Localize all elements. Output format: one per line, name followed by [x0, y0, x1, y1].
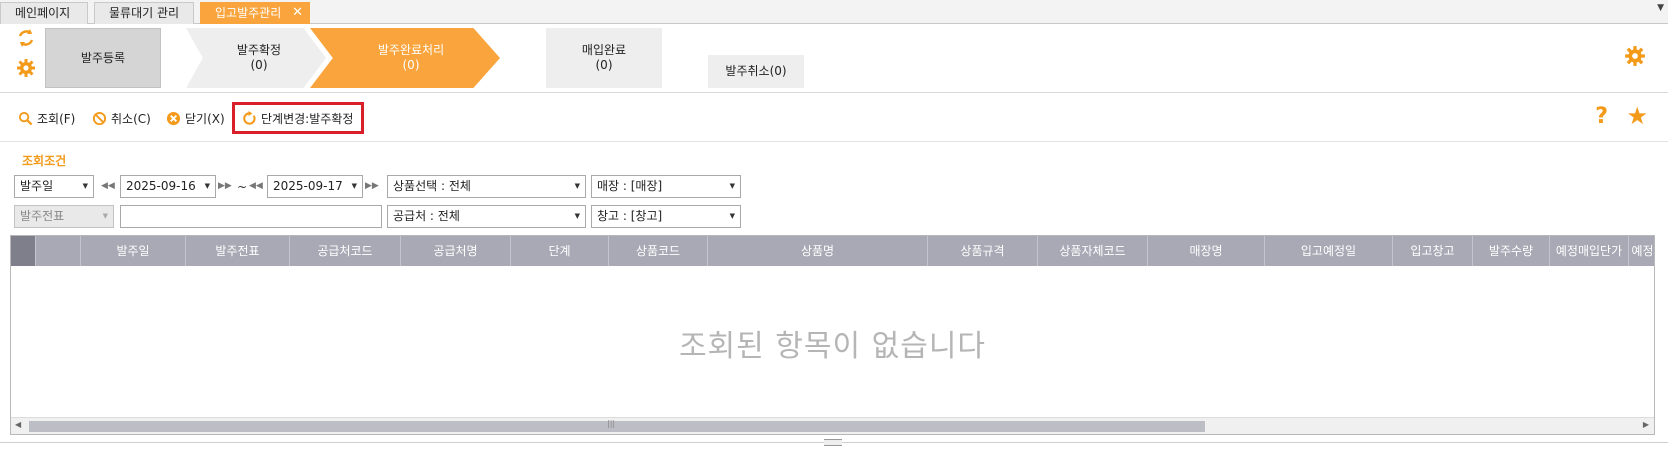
- empty-message: 조회된 항목이 없습니다: [678, 329, 987, 364]
- column-header[interactable]: 입고창고: [1393, 236, 1473, 266]
- search-button-label: 조회(F): [37, 111, 76, 126]
- column-header[interactable]: 예정매입단가: [1550, 236, 1629, 266]
- column-header[interactable]: 상품코드: [609, 236, 708, 266]
- grid-check-column[interactable]: [36, 236, 81, 266]
- warehouse-select[interactable]: 창고 : [창고] ▼: [591, 205, 741, 228]
- stage-change-button[interactable]: 단계변경:발주확정: [242, 108, 353, 128]
- step-label: 발주취소(0): [725, 64, 787, 78]
- date-from-value: 2025-09-16: [126, 179, 196, 193]
- date-to-value: 2025-09-17: [273, 179, 343, 193]
- step-label: 매입완료: [581, 43, 627, 57]
- dropdown-arrow-icon: ▼: [729, 212, 735, 220]
- tab-label: 물류대기 관리: [109, 6, 180, 20]
- cancel-icon: [92, 111, 107, 125]
- date-from-field[interactable]: 2025-09-16 ▼: [120, 175, 216, 198]
- tab-logistics-wait[interactable]: 물류대기 관리: [94, 2, 194, 24]
- column-header[interactable]: 상품명: [708, 236, 928, 266]
- dropdown-arrow-icon: ▼: [351, 182, 357, 190]
- next-date-icon[interactable]: ▶▶: [365, 175, 379, 198]
- help-icon[interactable]: ?: [1595, 104, 1608, 129]
- dropdown-arrow-icon: ▼: [574, 182, 580, 190]
- supplier-select-value: 공급처 : 전체: [393, 209, 460, 223]
- step-order-register[interactable]: 발주등록: [45, 28, 161, 88]
- dropdown-arrow-icon: ▼: [102, 212, 108, 220]
- next-date-icon[interactable]: ▶▶: [218, 175, 232, 198]
- workflow-strip: 발주등록 발주확정 (0) 발주완료처리 (0) 매입완료 (0) 발주취소(0…: [0, 25, 1668, 93]
- close-circle-icon: [166, 111, 181, 125]
- step-label: 발주확정: [236, 43, 282, 57]
- toolbar: 조회(F) 취소(C) 닫기(X) 단계변경:발주확정 ? ★: [0, 94, 1668, 142]
- step-count: (0): [402, 58, 420, 72]
- tab-label: 입고발주관리: [215, 6, 282, 20]
- dropdown-arrow-icon: ▼: [82, 182, 88, 190]
- column-header[interactable]: 공급처명: [401, 236, 511, 266]
- column-header[interactable]: 매장명: [1148, 236, 1265, 266]
- star-icon[interactable]: ★: [1626, 102, 1648, 130]
- date-to-field[interactable]: 2025-09-17 ▼: [267, 175, 363, 198]
- step-order-confirm[interactable]: 발주확정 (0): [186, 28, 326, 88]
- supplier-select[interactable]: 공급처 : 전체 ▼: [387, 205, 586, 228]
- close-button[interactable]: 닫기(X): [166, 108, 225, 128]
- horizontal-scrollbar[interactable]: ◀ ||| ▶: [11, 417, 1654, 434]
- stage-refresh-icon: [243, 110, 256, 125]
- dropdown-arrow-icon: ▼: [574, 212, 580, 220]
- search-icon: [18, 111, 33, 125]
- column-header[interactable]: 발주수량: [1473, 236, 1550, 266]
- step-order-complete[interactable]: 발주완료처리 (0): [310, 28, 500, 88]
- slip-type-select: 발주전표 ▼: [14, 205, 114, 228]
- scroll-left-icon[interactable]: ◀: [15, 420, 21, 429]
- column-header[interactable]: 공급처코드: [290, 236, 401, 266]
- close-icon[interactable]: ✕: [292, 3, 303, 23]
- chevron-down-icon[interactable]: ▼: [1657, 3, 1664, 13]
- date-type-select[interactable]: 발주일 ▼: [14, 175, 94, 198]
- stage-change-label: 단계변경:발주확정: [261, 111, 354, 126]
- tab-main-page[interactable]: 메인페이지: [0, 2, 88, 24]
- column-header[interactable]: 상품자체코드: [1038, 236, 1148, 266]
- gear-icon[interactable]: [16, 58, 36, 78]
- date-range-tilde: ~: [237, 180, 248, 194]
- column-header[interactable]: 상품규격: [928, 236, 1038, 266]
- dropdown-arrow-icon: ▼: [204, 182, 210, 190]
- column-header[interactable]: 단계: [511, 236, 609, 266]
- slip-type-value: 발주전표: [20, 209, 65, 223]
- column-header[interactable]: 입고예정일: [1265, 236, 1393, 266]
- warehouse-select-value: 창고 : [창고]: [597, 209, 663, 223]
- results-grid: 발주일 발주전표 공급처코드 공급처명 단계 상품코드 상품명 상품규격 상품자…: [10, 235, 1655, 435]
- settings-gear-icon[interactable]: [1624, 45, 1646, 67]
- scrollbar-thumb[interactable]: [29, 421, 1205, 432]
- prev-date-icon[interactable]: ◀◀: [101, 175, 115, 198]
- store-select[interactable]: 매장 : [매장] ▼: [591, 175, 741, 198]
- product-select-value: 상품선택 : 전체: [393, 179, 471, 193]
- refresh-icon[interactable]: [16, 28, 36, 48]
- tab-label: 메인페이지: [15, 6, 71, 20]
- date-type-value: 발주일: [20, 179, 54, 193]
- grid-corner[interactable]: [11, 236, 36, 266]
- condition-title: 조회조건: [22, 154, 67, 168]
- cancel-button[interactable]: 취소(C): [92, 108, 151, 128]
- step-count: (0): [250, 58, 268, 72]
- step-purchase-complete[interactable]: 매입완료 (0): [546, 28, 662, 88]
- tab-inbound-order[interactable]: 입고발주관리 ✕: [200, 2, 310, 24]
- store-select-value: 매장 : [매장]: [597, 179, 663, 193]
- dropdown-arrow-icon: ▼: [729, 182, 735, 190]
- step-count: (0): [595, 58, 613, 72]
- column-header[interactable]: 예정: [1629, 236, 1656, 266]
- column-header[interactable]: 발주일: [81, 236, 186, 266]
- slip-search-input[interactable]: [120, 205, 382, 228]
- tab-bar: 메인페이지 물류대기 관리 입고발주관리 ✕ ▼: [0, 0, 1668, 24]
- cancel-button-label: 취소(C): [111, 111, 151, 126]
- column-header[interactable]: 발주전표: [186, 236, 290, 266]
- close-button-label: 닫기(X): [185, 111, 225, 126]
- step-label: 발주완료처리: [377, 43, 445, 57]
- scroll-grip-icon: |||: [607, 419, 616, 428]
- grid-header: 발주일 발주전표 공급처코드 공급처명 단계 상품코드 상품명 상품규격 상품자…: [11, 236, 1654, 266]
- step-label: 발주등록: [80, 50, 126, 65]
- product-select[interactable]: 상품선택 : 전체 ▼: [387, 175, 586, 198]
- scroll-right-icon[interactable]: ▶: [1643, 420, 1649, 429]
- search-button[interactable]: 조회(F): [18, 108, 75, 128]
- splitter-handle[interactable]: [824, 439, 842, 446]
- prev-date-icon[interactable]: ◀◀: [249, 175, 263, 198]
- step-order-cancel[interactable]: 발주취소(0): [708, 55, 804, 88]
